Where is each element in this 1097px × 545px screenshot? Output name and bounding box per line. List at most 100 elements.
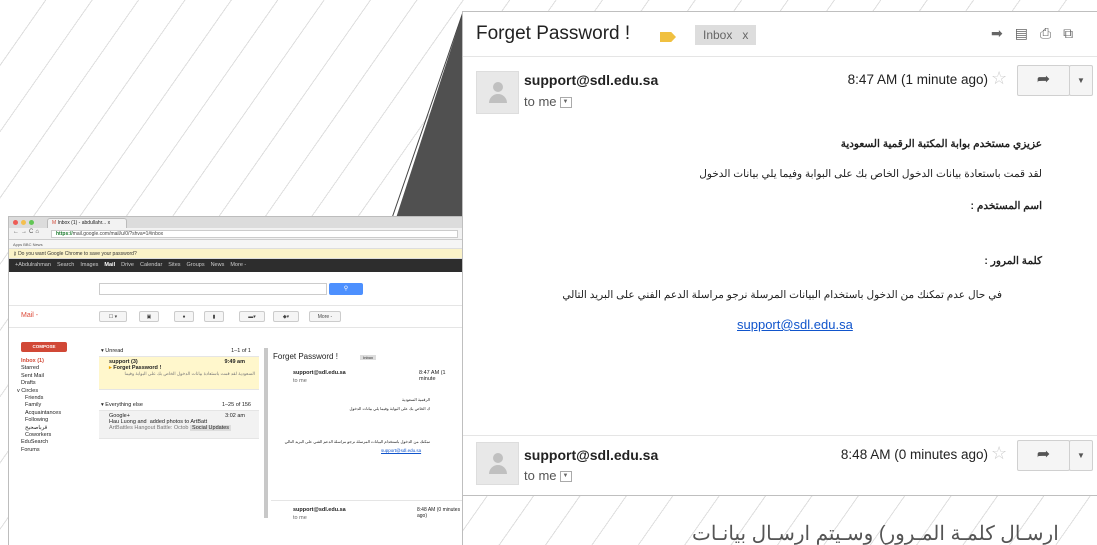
archive-icon[interactable]: ▣ [139,311,159,322]
forward-arrow-icon[interactable]: ➡ [991,25,1015,41]
message1-to: to me [524,94,557,109]
delete-icon[interactable]: ▮ [204,311,224,322]
gbar-mail[interactable]: Mail [104,262,115,268]
search-button[interactable]: ⚲ [329,283,363,295]
chevron-down-icon[interactable]: ▼ [559,471,572,483]
list-item[interactable]: support (3) 9:49 am ▸ Forget Password ! ا… [99,357,259,390]
gbar-groups[interactable]: Groups [187,262,205,268]
message2-sender[interactable]: support@sdl.edu.sa [524,447,658,463]
header-tools: ➡▤⎙⧉ [991,25,1085,42]
inbox-label-chip[interactable]: Inbox x [695,25,757,45]
minimize-window-icon[interactable] [21,220,26,225]
read2-sender: support@sdl.edu.sa [293,507,346,513]
unread-section-header[interactable]: ▾ Unread 1–1 of 1 [99,348,259,357]
url-input[interactable]: https://mail.google.com/mail/u/0/?shva=1… [51,230,458,238]
gbar-drive[interactable]: Drive [121,262,134,268]
email-subject: Forget Password ! [476,23,631,44]
save-password-infobar: ⚷ Do you want Google Chrome to save your… [9,249,462,259]
maximize-window-icon[interactable] [29,220,34,225]
mail-toolbar: Mail - ☐ ▾ ▣ ● ▮ ▬▾ ◆▾ More - [9,306,462,328]
row-snippet: ArtBattles Hangout Battle: Octob [109,425,189,431]
mail-search-input[interactable] [99,283,327,295]
archive-icon[interactable]: ▤ [1015,25,1040,41]
gbar-images[interactable]: Images [80,262,98,268]
circle-following[interactable]: Following [9,417,95,424]
tab-title: Inbox (1) - abdullahr... [57,220,107,226]
gbar-more[interactable]: More - [230,262,246,268]
read2-tome: to me [293,515,307,521]
gbar-search[interactable]: Search [57,262,74,268]
chevron-down-icon: ▼ [1077,76,1085,85]
browser-thumbnail: M Inbox (1) - abdullahr... x ←→C⌂ https:… [8,216,463,545]
more-actions-button[interactable]: ▼ [1069,65,1093,96]
compose-button[interactable]: COMPOSE [21,342,67,352]
star-icon[interactable]: ☆ [991,443,1007,464]
circle-family[interactable]: Family [9,402,95,409]
circle-acquaintances[interactable]: Acquaintances [9,410,95,417]
pane-splitter[interactable] [264,348,268,518]
more-actions-button[interactable]: ▼ [1069,440,1093,471]
gbar-profile[interactable]: +Abdulrahman [15,262,51,268]
chevron-down-icon[interactable]: ▼ [559,97,572,109]
message2-recipients[interactable]: to me ▼ [524,468,572,483]
else-label: Everything else [105,402,143,408]
read-line: تمكنك من الدخول باستخدام البيانات المرسل… [284,439,430,444]
read-title: Forget Password ! [273,352,338,361]
close-window-icon[interactable] [13,220,18,225]
mail-search-row: ⚲ [9,272,462,306]
gbar-news[interactable]: News [211,262,225,268]
else-section-header[interactable]: ▾ Everything else 1–25 of 156 [99,402,259,411]
infobar-text: Do you want Google Chrome to save your p… [18,251,137,257]
folder-circles[interactable]: v Circles [9,388,95,395]
circle-coworkers[interactable]: Coworkers [9,432,95,439]
address-bar-row: ←→C⌂ https://mail.google.com/mail/u/0/?s… [9,228,462,240]
new-window-icon[interactable]: ⧉ [1063,25,1085,41]
read-inbox-label[interactable]: Inbox [360,355,376,360]
circle-friends[interactable]: Friends [9,395,95,402]
folder-inbox[interactable]: Inbox (1) [9,358,95,365]
read-link[interactable]: support@sdl.edu.sa [271,448,462,453]
folder-edusearch[interactable]: EduSearch [9,439,95,446]
read2-time: 8:48 AM (0 minutes ago) [417,507,461,519]
row-time: 3:02 am [225,413,245,419]
bookmarks-bar[interactable]: Apps BBC News [9,240,462,249]
star-icon[interactable]: ☆ [991,68,1007,89]
circle-custom[interactable]: قرباصحيح [9,425,95,432]
google-bar: +Abdulrahman Search Images Mail Drive Calenda… [9,259,462,272]
gbar-calendar[interactable]: Calendar [140,262,162,268]
message1-sender[interactable]: support@sdl.edu.sa [524,72,658,88]
folder-starred[interactable]: Starred [9,365,95,372]
close-tab-icon[interactable]: x [108,220,111,226]
body-info: لقد قمت باستعادة بيانات الدخول الخاص بك … [699,168,1042,180]
reading-pane: Forget Password ! Inbox support@sdl.edu.… [271,348,462,545]
select-checkbox[interactable]: ☐ ▾ [99,311,127,322]
message2-time: 8:48 AM (0 minutes ago) [840,447,988,462]
reply-button[interactable]: ➦ [1017,65,1070,96]
list-item[interactable]: Google+ 3:02 am Hau Luong and added photo… [99,411,259,439]
more-button[interactable]: More - [309,311,341,322]
move-to-icon[interactable]: ▬▾ [239,311,265,322]
nav-buttons-icon[interactable]: ←→C⌂ [13,229,41,235]
gbar-sites[interactable]: Sites [168,262,180,268]
mail-menu[interactable]: Mail - [21,312,38,319]
folder-drafts[interactable]: Drafts [9,380,95,387]
arabic-caption: ارسـال كلمـة المـرور) وسـيتم ارسـال بيان… [692,523,1059,545]
read-line: ك الخاص بك على البوابة وفيما يلي بيانات … [349,406,430,411]
support-email-link[interactable]: support@sdl.edu.sa [737,317,853,332]
remove-label-icon[interactable]: x [742,28,748,42]
read-sender: support@sdl.edu.sa [293,370,346,376]
print-icon[interactable]: ⎙ [1040,25,1063,41]
read-time: 8:47 AM (1 minute [419,370,446,382]
body-username: اسم المستخدم : [970,200,1042,212]
spam-icon[interactable]: ● [174,311,194,322]
message1-recipients[interactable]: to me ▼ [524,94,572,109]
reply-button[interactable]: ➦ [1017,440,1070,471]
browser-tab[interactable]: M Inbox (1) - abdullahr... x [47,218,127,228]
folder-sent[interactable]: Sent Mail [9,373,95,380]
url-path: mail.google.com/mail/u/0/?shva=1#inbox [72,231,164,237]
folder-forums[interactable]: Forums [9,447,95,454]
labels-icon[interactable]: ◆▾ [273,311,299,322]
zoomed-email-view: Forget Password ! Inbox x ➡▤⎙⧉ support@s… [462,11,1097,496]
importance-marker-icon[interactable] [660,32,676,42]
body-password: كلمة المرور : [984,255,1042,267]
